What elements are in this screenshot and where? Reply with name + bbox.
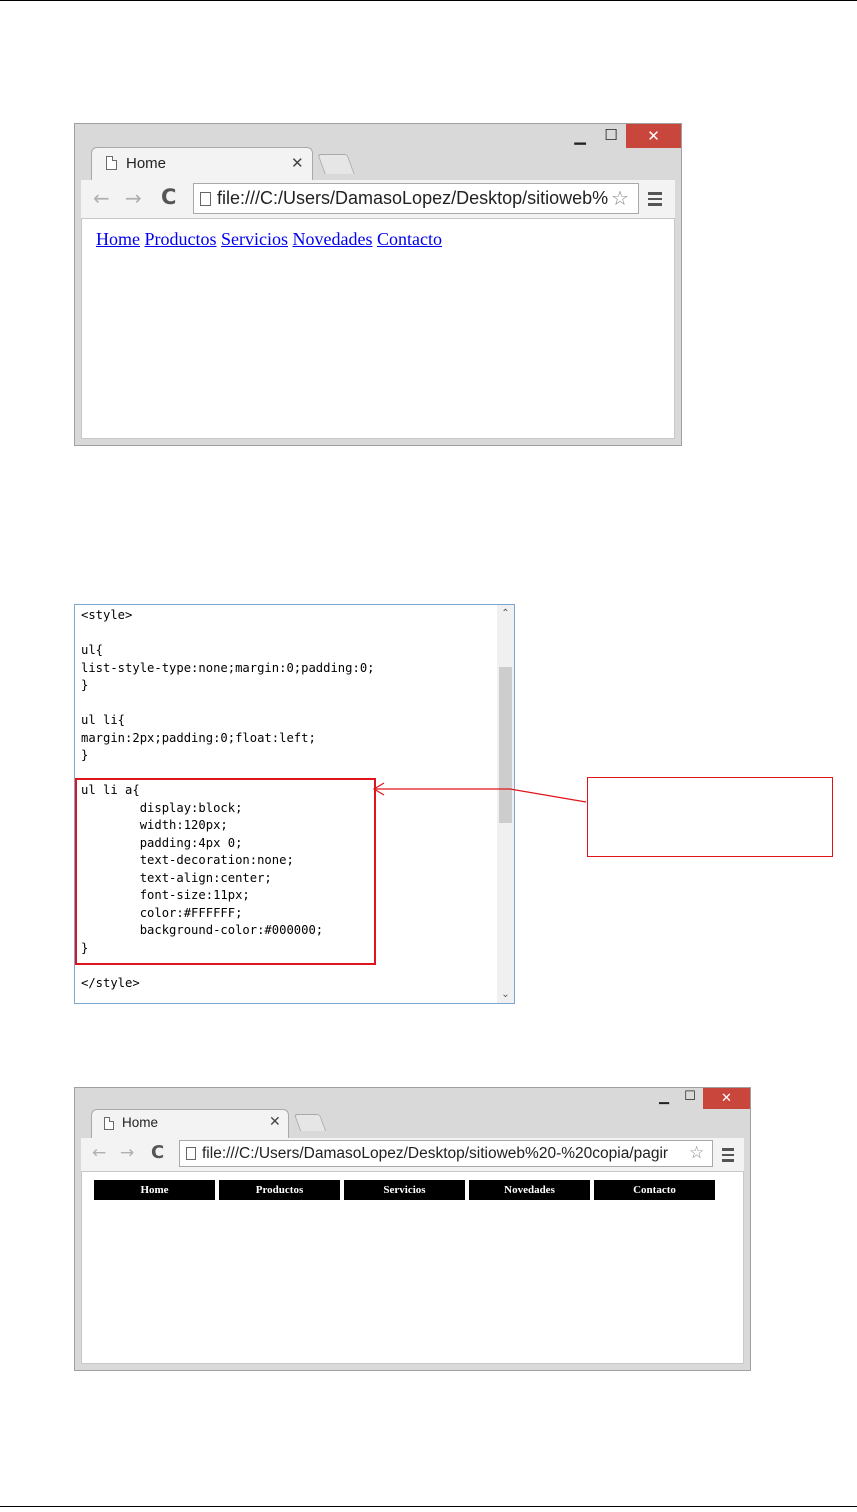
nav-item: Novedades bbox=[469, 1180, 590, 1200]
close-tab-icon[interactable]: ✕ bbox=[269, 1114, 281, 1130]
page-icon bbox=[186, 1147, 196, 1161]
maximize-icon[interactable]: ☐ bbox=[601, 126, 621, 144]
link-contacto[interactable]: Contacto bbox=[377, 229, 442, 249]
tab-title: Home bbox=[126, 155, 167, 172]
reload-icon[interactable]: C bbox=[161, 185, 176, 209]
callout-box bbox=[587, 777, 833, 857]
new-tab-button[interactable] bbox=[317, 154, 355, 174]
callout-arrow bbox=[372, 782, 587, 803]
new-tab-button[interactable] bbox=[293, 1114, 327, 1131]
minimize-icon[interactable]: ▁ bbox=[655, 1090, 673, 1105]
menu-icon[interactable] bbox=[722, 1148, 734, 1165]
back-icon[interactable]: ← bbox=[92, 1143, 106, 1163]
link-productos[interactable]: Productos bbox=[145, 229, 217, 249]
link-home[interactable]: Home bbox=[96, 229, 140, 249]
browser-window-unstyled: Home ✕ ▁ ☐ ✕ ← → C file:///C:/Users/Dama… bbox=[74, 123, 682, 446]
browser-toolbar: ← → C file:///C:/Users/DamasoLopez/Deskt… bbox=[81, 1138, 744, 1171]
nav-menu: Home Productos Servicios Novedades Conta… bbox=[92, 1180, 717, 1200]
nav-item: Productos bbox=[219, 1180, 340, 1200]
nav-link-servicios[interactable]: Servicios bbox=[344, 1180, 465, 1200]
forward-icon[interactable]: → bbox=[125, 186, 142, 210]
tab-title: Home bbox=[122, 1115, 159, 1130]
page-content: Home Productos Servicios Novedades Conta… bbox=[81, 1171, 744, 1364]
nav-link-novedades[interactable]: Novedades bbox=[469, 1180, 590, 1200]
maximize-icon[interactable]: ☐ bbox=[681, 1089, 699, 1104]
scroll-down-icon[interactable]: ⌄ bbox=[497, 989, 514, 1000]
nav-item: Contacto bbox=[594, 1180, 715, 1200]
address-text: file:///C:/Users/DamasoLopez/Desktop/sit… bbox=[202, 1145, 669, 1162]
nav-links: Home Productos Servicios Novedades Conta… bbox=[96, 229, 442, 250]
scroll-up-icon[interactable]: ⌃ bbox=[497, 608, 514, 619]
vertical-scrollbar[interactable]: ⌃ ⌄ bbox=[497, 605, 514, 1003]
bookmark-star-icon[interactable]: ☆ bbox=[689, 1143, 704, 1163]
close-window-button[interactable]: ✕ bbox=[626, 124, 681, 148]
reload-icon[interactable]: C bbox=[151, 1142, 164, 1163]
address-bar[interactable]: file:///C:/Users/DamasoLopez/Desktop/sit… bbox=[193, 183, 639, 214]
address-bar[interactable]: file:///C:/Users/DamasoLopez/Desktop/sit… bbox=[179, 1140, 713, 1167]
nav-link-contacto[interactable]: Contacto bbox=[594, 1180, 715, 1200]
page-icon bbox=[104, 1117, 114, 1130]
nav-link-home[interactable]: Home bbox=[94, 1180, 215, 1200]
nav-link-productos[interactable]: Productos bbox=[219, 1180, 340, 1200]
code-highlight-box bbox=[75, 778, 376, 965]
address-text: file:///C:/Users/DamasoLopez/Desktop/sit… bbox=[217, 188, 609, 208]
minimize-icon[interactable]: ▁ bbox=[570, 127, 590, 145]
browser-toolbar: ← → C file:///C:/Users/DamasoLopez/Deskt… bbox=[81, 180, 675, 218]
nav-item: Home bbox=[94, 1180, 215, 1200]
menu-icon[interactable] bbox=[648, 192, 662, 209]
page-icon bbox=[200, 192, 211, 207]
close-tab-icon[interactable]: ✕ bbox=[291, 154, 304, 172]
page-top-rule bbox=[0, 0, 857, 1]
page-bottom-rule bbox=[0, 1506, 857, 1507]
browser-window-styled: Home ✕ ▁ ☐ ✕ ← → C file:///C:/Users/Dama… bbox=[74, 1087, 751, 1371]
close-window-button[interactable]: ✕ bbox=[703, 1088, 750, 1109]
page-icon bbox=[106, 156, 117, 170]
nav-item: Servicios bbox=[344, 1180, 465, 1200]
link-novedades[interactable]: Novedades bbox=[293, 229, 373, 249]
back-icon[interactable]: ← bbox=[93, 186, 110, 210]
browser-tab[interactable]: Home ✕ bbox=[91, 147, 313, 181]
browser-tab[interactable]: Home ✕ bbox=[91, 1109, 289, 1139]
bookmark-star-icon[interactable]: ☆ bbox=[611, 186, 629, 210]
page-content: Home Productos Servicios Novedades Conta… bbox=[81, 218, 675, 439]
forward-icon[interactable]: → bbox=[120, 1143, 134, 1163]
link-servicios[interactable]: Servicios bbox=[221, 229, 288, 249]
